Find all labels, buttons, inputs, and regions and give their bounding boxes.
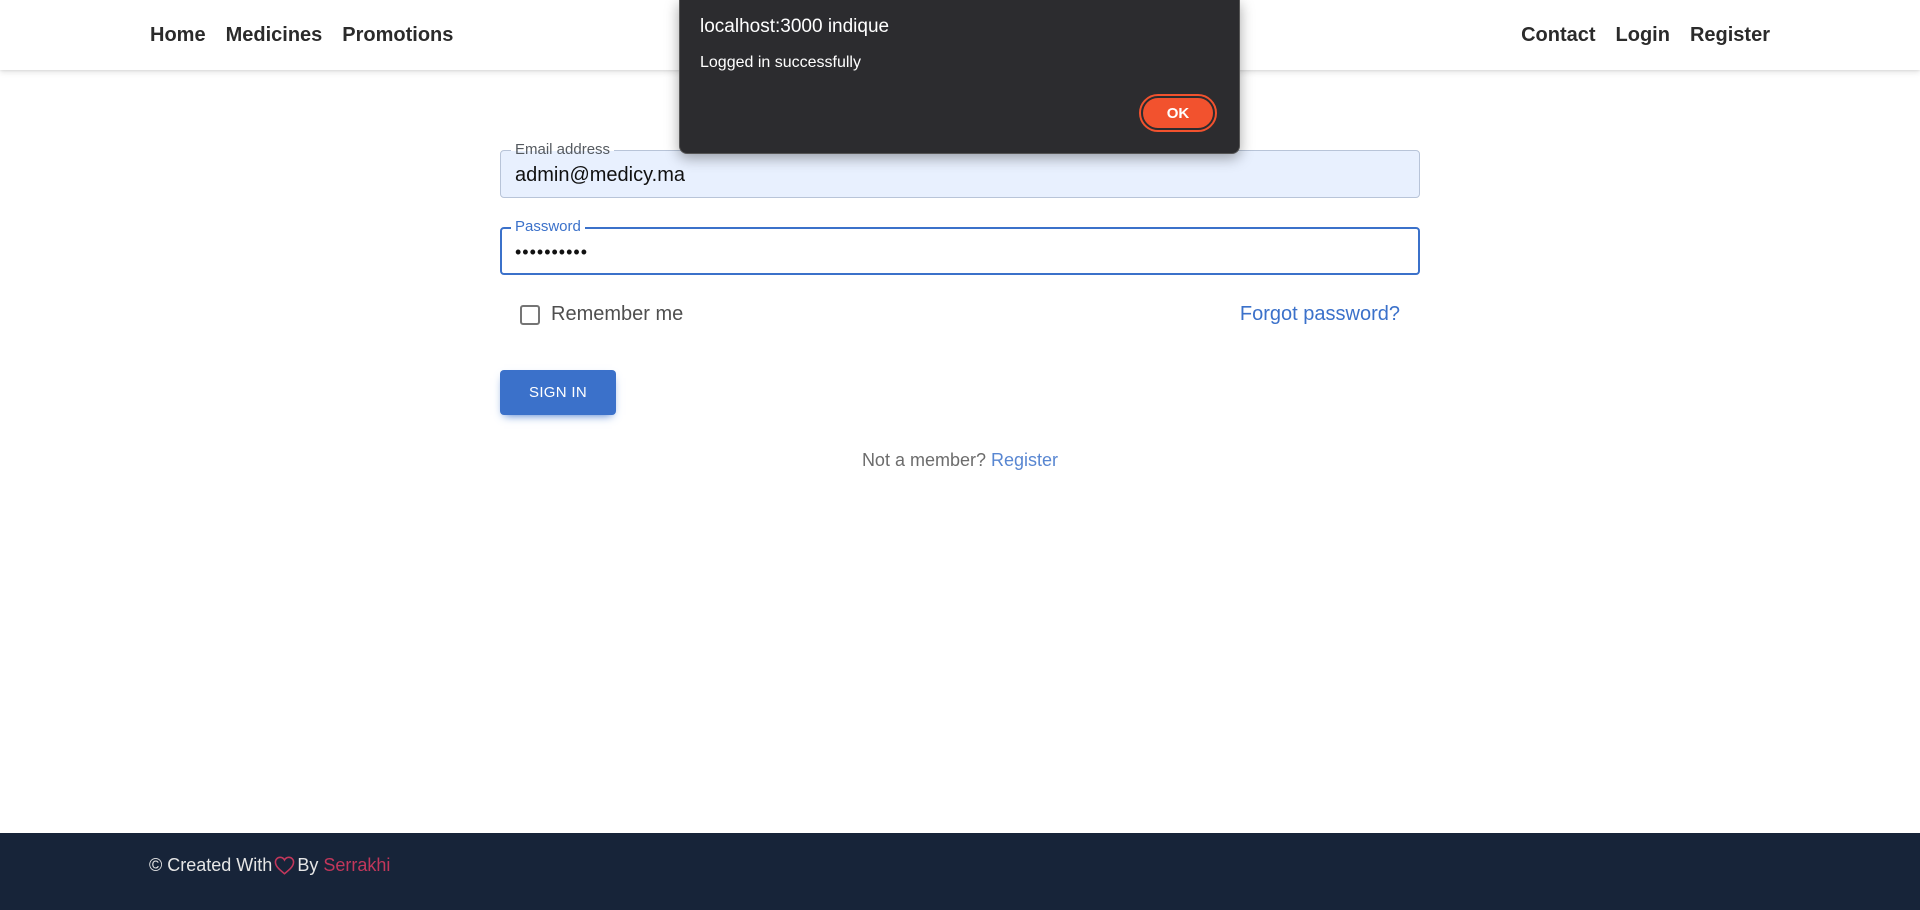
footer-by: By [297,855,319,875]
nav-right: Contact Login Register [1501,0,1770,70]
nav-home-link[interactable]: Home [150,24,206,47]
footer-prefix: © Created With [149,855,273,875]
nav-login-link[interactable]: Login [1616,24,1670,47]
email-field[interactable] [515,163,1405,187]
nav-promotions-link[interactable]: Promotions [342,24,453,47]
nav-left: Home Medicines Promotions [150,0,473,70]
nav-medicines-link[interactable]: Medicines [226,24,323,47]
login-form: Email address Password Remember me Forgo… [500,142,1420,470]
footer-credit: © Created With By Serrakhi [149,855,390,876]
nav-register-link[interactable]: Register [1690,24,1770,47]
email-field-wrapper: Email address [500,142,1420,198]
options-row: Remember me Forgot password? [500,300,1420,330]
remember-me: Remember me [520,303,683,326]
footer: © Created With By Serrakhi [0,833,1920,910]
password-label: Password [511,219,585,235]
footer-author: Serrakhi [323,855,391,875]
email-label: Email address [511,142,615,158]
alert-dialog: localhost:3000 indique Logged in success… [679,0,1240,154]
remember-me-checkbox[interactable] [520,304,540,325]
sign-in-button[interactable]: SIGN IN [500,370,616,415]
alert-message: Logged in successfully [700,54,861,71]
heart-icon [274,856,295,875]
alert-title: localhost:3000 indique [700,16,890,37]
forgot-password-link[interactable]: Forgot password? [1240,303,1400,326]
alert-ok-button[interactable]: OK [1139,94,1217,132]
nav-contact-link[interactable]: Contact [1521,24,1595,47]
password-field-wrapper: Password [500,219,1420,275]
register-link[interactable]: Register [991,450,1058,470]
not-a-member-text: Not a member? [861,450,986,470]
remember-me-label: Remember me [551,303,684,325]
password-field[interactable] [515,240,1404,264]
not-a-member: Not a member? Register [500,450,1420,471]
